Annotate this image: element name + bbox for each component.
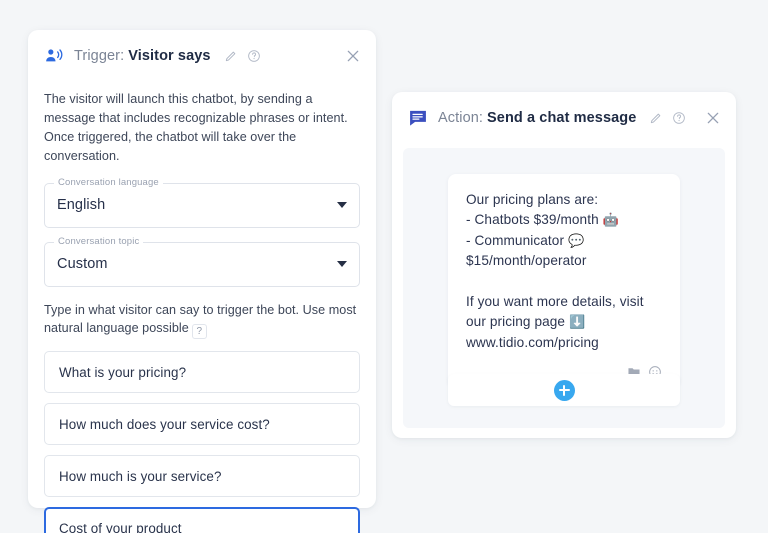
conversation-topic-select[interactable]: Custom Conversation topic xyxy=(44,242,360,287)
trigger-header-title: Visitor says xyxy=(128,48,210,64)
action-help-button[interactable] xyxy=(672,111,686,125)
chevron-down-icon xyxy=(337,202,347,208)
msg-line-1: Our pricing plans are: xyxy=(466,192,598,207)
phrases-hint: Type in what visitor can say to trigger … xyxy=(44,301,360,340)
conversation-language-label: Conversation language xyxy=(54,177,163,188)
trigger-panel: Trigger: Visitor says Th xyxy=(28,30,376,508)
close-icon xyxy=(345,48,361,64)
phrase-input-3-value: How much is your service? xyxy=(59,469,222,484)
trigger-help-button[interactable] xyxy=(247,49,261,63)
trigger-body: The visitor will launch this chatbot, by… xyxy=(28,90,376,533)
msg-line-6: If you want more details, visit xyxy=(466,294,644,309)
speaking-person-icon xyxy=(44,46,64,66)
canvas: Trigger: Visitor says Th xyxy=(0,0,768,533)
msg-line-2: - Chatbots $39/month xyxy=(466,212,603,227)
chat-message-text: Our pricing plans are: - Chatbots $39/mon… xyxy=(466,190,662,353)
phrases-hint-help-badge[interactable]: ? xyxy=(192,324,207,339)
action-edit-button[interactable] xyxy=(649,111,663,125)
robot-emoji-icon: 🤖 xyxy=(603,212,619,227)
question-circle-icon xyxy=(672,111,686,125)
action-close-button[interactable] xyxy=(704,109,722,127)
msg-line-3: - Communicator xyxy=(466,233,568,248)
trigger-description: The visitor will launch this chatbot, by… xyxy=(44,90,360,167)
phrase-input-2[interactable]: How much does your service cost? xyxy=(44,403,360,445)
speech-balloon-emoji-icon: 💬 xyxy=(568,233,584,248)
trigger-edit-button[interactable] xyxy=(224,49,238,63)
down-arrow-emoji-icon: ⬇️ xyxy=(569,314,585,329)
question-circle-icon xyxy=(247,49,261,63)
action-canvas: Our pricing plans are: - Chatbots $39/mon… xyxy=(403,148,725,428)
conversation-language-select[interactable]: English Conversation language xyxy=(44,183,360,228)
plus-icon[interactable] xyxy=(554,380,575,401)
phrase-input-3[interactable]: How much is your service? xyxy=(44,455,360,497)
trigger-close-button[interactable] xyxy=(344,47,362,65)
add-message-bar[interactable] xyxy=(448,374,680,406)
pencil-icon xyxy=(649,111,663,125)
chat-message-bubble[interactable]: Our pricing plans are: - Chatbots $39/mon… xyxy=(448,174,680,387)
phrase-input-1-value: What is your pricing? xyxy=(59,365,186,380)
chevron-down-icon xyxy=(337,261,347,267)
phrase-input-2-value: How much does your service cost? xyxy=(59,417,270,432)
pencil-icon xyxy=(224,49,238,63)
phrase-input-4[interactable]: Cost of your product xyxy=(44,507,360,533)
conversation-topic-label: Conversation topic xyxy=(54,236,143,247)
conversation-topic-value: Custom xyxy=(57,256,108,272)
phrase-input-1[interactable]: What is your pricing? xyxy=(44,351,360,393)
close-icon xyxy=(705,110,721,126)
trigger-header: Trigger: Visitor says xyxy=(28,30,376,82)
action-panel: Action: Send a chat message xyxy=(392,92,736,438)
conversation-language-value: English xyxy=(57,197,105,213)
chat-message-icon xyxy=(408,108,428,128)
action-header-title: Send a chat message xyxy=(487,110,636,126)
msg-line-8: www.tidio.com/pricing xyxy=(466,335,599,350)
msg-line-7: our pricing page xyxy=(466,314,569,329)
msg-line-4: $15/month/operator xyxy=(466,253,586,268)
phrase-input-4-value: Cost of your product xyxy=(59,521,182,533)
trigger-header-prefix: Trigger: xyxy=(74,48,124,64)
action-header-prefix: Action: xyxy=(438,110,483,126)
action-header: Action: Send a chat message xyxy=(392,92,736,144)
